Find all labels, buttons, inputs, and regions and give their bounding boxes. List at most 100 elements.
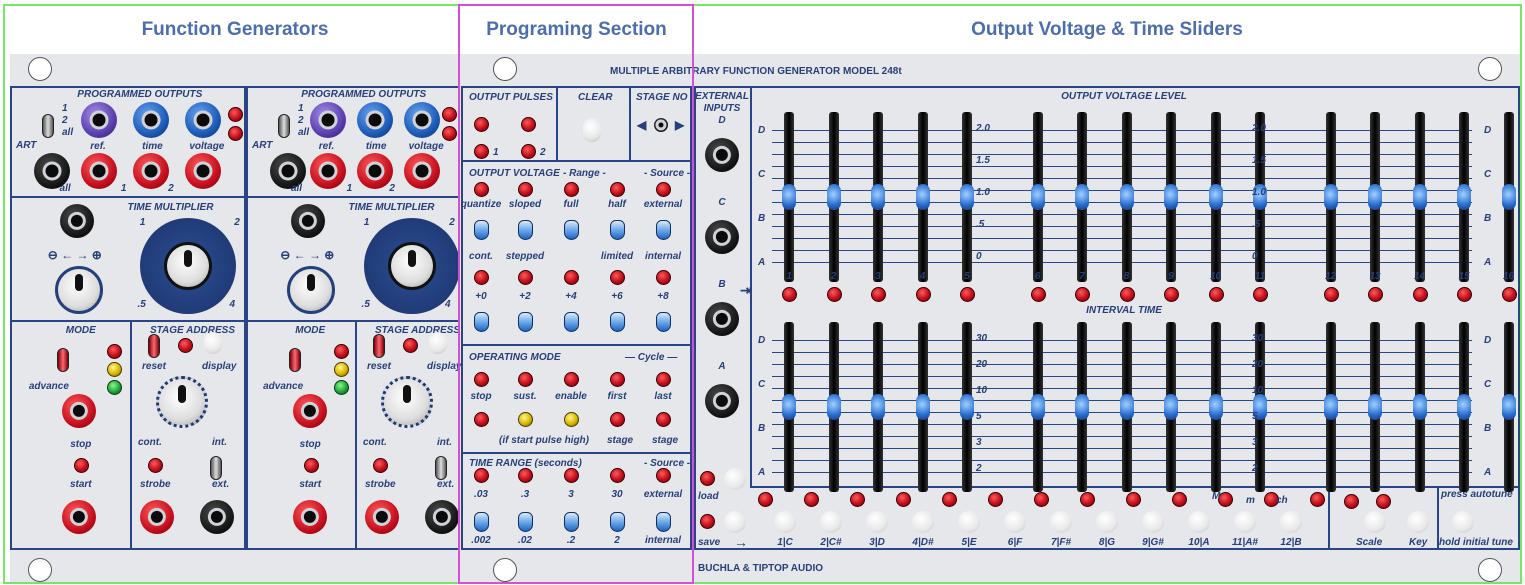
slider-track[interactable] bbox=[960, 112, 974, 282]
slider-track[interactable] bbox=[1457, 112, 1471, 282]
slider-track[interactable] bbox=[1323, 112, 1338, 282]
note-button[interactable] bbox=[1234, 511, 1256, 533]
ov-button[interactable] bbox=[518, 220, 533, 240]
slider-cap[interactable] bbox=[1457, 394, 1471, 420]
mode-toggle[interactable] bbox=[288, 348, 301, 372]
ref-jack[interactable] bbox=[80, 102, 117, 138]
load-button[interactable] bbox=[724, 468, 746, 490]
slider-track[interactable] bbox=[1164, 112, 1178, 282]
slider-cap[interactable] bbox=[960, 184, 974, 210]
note-button[interactable] bbox=[912, 511, 934, 533]
slider-track[interactable] bbox=[1368, 322, 1382, 492]
slider-track[interactable] bbox=[1075, 112, 1089, 282]
strobe-jack[interactable] bbox=[140, 500, 174, 534]
slider-cap[interactable] bbox=[1501, 394, 1516, 420]
mode-toggle[interactable] bbox=[57, 348, 70, 372]
slider-track[interactable] bbox=[871, 112, 885, 282]
slider-track[interactable] bbox=[1208, 322, 1223, 492]
time-multiplier-knob[interactable] bbox=[387, 242, 436, 290]
slider-cap[interactable] bbox=[1457, 184, 1471, 210]
note-button[interactable] bbox=[820, 511, 842, 533]
note-button[interactable] bbox=[1188, 511, 1210, 533]
slider-track[interactable] bbox=[1164, 322, 1178, 492]
slider-cap[interactable] bbox=[1323, 184, 1338, 210]
slider-cap[interactable] bbox=[960, 394, 974, 420]
slider-track[interactable] bbox=[1412, 322, 1427, 492]
note-button[interactable] bbox=[866, 511, 888, 533]
note-button[interactable] bbox=[958, 511, 980, 533]
note-button[interactable] bbox=[1050, 511, 1072, 533]
out-1-jack[interactable] bbox=[132, 153, 169, 189]
slider-cap[interactable] bbox=[1164, 394, 1178, 420]
slider-track[interactable] bbox=[915, 112, 930, 282]
display-toggle[interactable] bbox=[429, 332, 447, 354]
out-all-jack[interactable] bbox=[80, 153, 117, 189]
slider-cap[interactable] bbox=[1119, 394, 1134, 420]
slider-cap[interactable] bbox=[1412, 394, 1427, 420]
note-button[interactable] bbox=[774, 511, 796, 533]
slider-cap[interactable] bbox=[1412, 184, 1427, 210]
reset-toggle[interactable] bbox=[148, 334, 160, 358]
advance-jack[interactable] bbox=[61, 394, 96, 428]
slider-track[interactable] bbox=[1119, 112, 1134, 282]
out-2-jack[interactable] bbox=[184, 153, 221, 189]
external-input-jack[interactable] bbox=[705, 384, 739, 418]
tm-cv-jack[interactable] bbox=[290, 204, 325, 238]
stage-down-icon[interactable]: ◀ bbox=[637, 118, 646, 132]
slider-track[interactable] bbox=[1323, 322, 1338, 492]
slider-cap[interactable] bbox=[826, 394, 841, 420]
slider-track[interactable] bbox=[915, 322, 930, 492]
slider-track[interactable] bbox=[782, 322, 796, 492]
ov-button[interactable] bbox=[564, 220, 579, 240]
tm-attenuator-knob[interactable] bbox=[54, 266, 103, 314]
slider-cap[interactable] bbox=[1075, 394, 1089, 420]
autotune-button[interactable] bbox=[1452, 511, 1474, 533]
slider-cap[interactable] bbox=[1323, 394, 1338, 420]
ext-clock-jack[interactable] bbox=[200, 500, 234, 534]
slider-track[interactable] bbox=[1412, 112, 1427, 282]
slider-cap[interactable] bbox=[1030, 394, 1045, 420]
slider-track[interactable] bbox=[1368, 112, 1382, 282]
tm-attenuator-knob[interactable] bbox=[286, 266, 335, 314]
time-multiplier-knob[interactable] bbox=[163, 242, 212, 290]
slider-track[interactable] bbox=[1075, 322, 1089, 492]
slider-cap[interactable] bbox=[1368, 394, 1382, 420]
tr-button[interactable] bbox=[474, 512, 489, 532]
note-button[interactable] bbox=[1004, 511, 1026, 533]
slider-track[interactable] bbox=[782, 112, 796, 282]
scale-button[interactable] bbox=[1364, 511, 1386, 533]
offset-button[interactable] bbox=[656, 312, 671, 332]
ref-jack[interactable] bbox=[310, 102, 347, 138]
ov-button[interactable] bbox=[610, 220, 625, 240]
stage-address-knob[interactable] bbox=[156, 376, 208, 428]
slider-cap[interactable] bbox=[1368, 184, 1382, 210]
offset-button[interactable] bbox=[474, 312, 489, 332]
reset-toggle[interactable] bbox=[373, 334, 385, 358]
display-toggle[interactable] bbox=[204, 332, 222, 354]
out-all-jack[interactable] bbox=[310, 153, 347, 189]
slider-cap[interactable] bbox=[1501, 184, 1516, 210]
slider-track[interactable] bbox=[826, 112, 841, 282]
slider-track[interactable] bbox=[1030, 112, 1045, 282]
slider-cap[interactable] bbox=[871, 394, 885, 420]
key-button[interactable] bbox=[1407, 511, 1429, 533]
save-button[interactable] bbox=[724, 511, 746, 533]
advance-jack[interactable] bbox=[293, 394, 328, 428]
slider-track[interactable] bbox=[871, 322, 885, 492]
slider-cap[interactable] bbox=[1075, 184, 1089, 210]
slider-cap[interactable] bbox=[782, 184, 796, 210]
slider-cap[interactable] bbox=[915, 394, 930, 420]
slider-track[interactable] bbox=[1119, 322, 1134, 492]
slider-track[interactable] bbox=[1030, 322, 1045, 492]
slider-cap[interactable] bbox=[826, 184, 841, 210]
note-button[interactable] bbox=[1096, 511, 1118, 533]
clear-toggle[interactable] bbox=[583, 118, 601, 142]
ov-button[interactable] bbox=[474, 220, 489, 240]
note-button[interactable] bbox=[1280, 511, 1302, 533]
output-select-toggle[interactable] bbox=[42, 114, 54, 138]
time-jack[interactable] bbox=[357, 102, 394, 138]
strobe-jack[interactable] bbox=[365, 500, 399, 534]
slider-cap[interactable] bbox=[782, 394, 796, 420]
ov-button[interactable] bbox=[656, 220, 671, 240]
tm-cv-jack[interactable] bbox=[59, 204, 94, 238]
